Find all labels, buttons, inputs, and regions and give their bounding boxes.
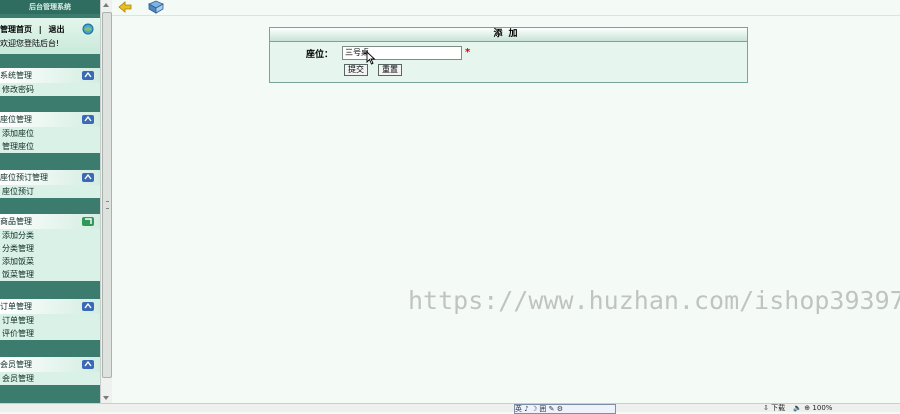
top-links: 管理首页 | 退出 (0, 24, 65, 35)
menu-seat: 座位管理 添加座位 管理座位 (0, 112, 100, 153)
menu-head-goods[interactable]: 商品管理 (0, 214, 100, 229)
menu-item-manage-seat[interactable]: 管理座位 (0, 140, 100, 153)
seat-label: 座位： (306, 50, 334, 60)
menu-item-manage-members[interactable]: 会员管理 (0, 372, 100, 385)
menu-members: 会员管理 会员管理 (0, 357, 100, 385)
seat-input[interactable] (342, 46, 462, 60)
system-title: 后台管理系统 (0, 0, 100, 14)
scroll-down-arrow-icon[interactable] (103, 396, 109, 400)
watermark-text: https://www.huzhan.com/ishop39397 (408, 286, 900, 315)
scroll-grip (106, 201, 109, 209)
menu-badge-icon (82, 71, 94, 80)
scroll-up-arrow-icon[interactable] (103, 3, 109, 7)
mouse-cursor-icon (366, 51, 376, 65)
menu-badge-icon (82, 360, 94, 369)
menu-title: 订单管理 (0, 302, 32, 311)
required-mark: * (465, 47, 471, 58)
welcome-text: 欢迎您登陆后台! (0, 39, 60, 48)
menu-goods: 商品管理 添加分类 分类管理 添加饭菜 饭菜管理 (0, 214, 100, 281)
menu-title: 座位管理 (0, 115, 32, 124)
submit-button[interactable]: 提交 (344, 64, 368, 76)
sidebar-scrollbar[interactable] (100, 0, 112, 403)
link-separator: | (38, 25, 42, 34)
menu-head-members[interactable]: 会员管理 (0, 357, 100, 372)
logout-link[interactable]: 退出 (49, 25, 65, 34)
menu-item-add-category[interactable]: 添加分类 (0, 229, 100, 242)
menu-item-manage-reviews[interactable]: 评价管理 (0, 327, 100, 340)
book-icon[interactable] (148, 0, 164, 14)
menu-title: 座位预订管理 (0, 173, 48, 182)
menu-badge-icon (82, 217, 94, 226)
menu-badge-icon (82, 115, 94, 124)
admin-home-link[interactable]: 管理首页 (0, 25, 32, 34)
menu-title: 会员管理 (0, 360, 32, 369)
menu-head-system[interactable]: 系统管理 (0, 68, 100, 83)
menu-item-add-seat[interactable]: 添加座位 (0, 127, 100, 140)
user-panel: 管理首页 | 退出 欢迎您登陆后台! (0, 18, 100, 54)
scroll-thumb[interactable] (102, 12, 112, 378)
left-navigation-frame: 后台管理系统 管理首页 | 退出 欢迎您登陆后台! 系统管理 修改密码 座位管理… (0, 0, 100, 403)
menu-orders: 订单管理 订单管理 评价管理 (0, 299, 100, 340)
form-body: 座位： * 提交 重置 (270, 42, 747, 82)
menu-seat-booking: 座位预订管理 座位预订 (0, 170, 100, 198)
menu-item-seat-booking[interactable]: 座位预订 (0, 185, 100, 198)
main-toolbar (112, 0, 900, 16)
menu-badge-icon (82, 302, 94, 311)
menu-system: 系统管理 修改密码 (0, 68, 100, 96)
menu-badge-icon (82, 173, 94, 182)
reset-button[interactable]: 重置 (378, 64, 402, 76)
ime-toolbar[interactable]: 英 ♪ ☽ 囲 ✎ ⚙ (514, 404, 616, 414)
add-seat-form: 添加 座位： * 提交 重置 (269, 27, 748, 83)
form-title: 添加 (270, 28, 747, 42)
menu-head-orders[interactable]: 订单管理 (0, 299, 100, 314)
menu-item-change-password[interactable]: 修改密码 (0, 83, 100, 96)
menu-head-seat[interactable]: 座位管理 (0, 112, 100, 127)
menu-item-manage-category[interactable]: 分类管理 (0, 242, 100, 255)
menu-title: 商品管理 (0, 217, 32, 226)
menu-item-add-dish[interactable]: 添加饭菜 (0, 255, 100, 268)
menu-item-manage-dish[interactable]: 饭菜管理 (0, 268, 100, 281)
menu-head-seat-booking[interactable]: 座位预订管理 (0, 170, 100, 185)
menu-item-manage-orders[interactable]: 订单管理 (0, 314, 100, 327)
globe-icon (82, 23, 94, 35)
menu-title: 系统管理 (0, 71, 32, 80)
back-arrow-icon[interactable] (117, 0, 133, 14)
